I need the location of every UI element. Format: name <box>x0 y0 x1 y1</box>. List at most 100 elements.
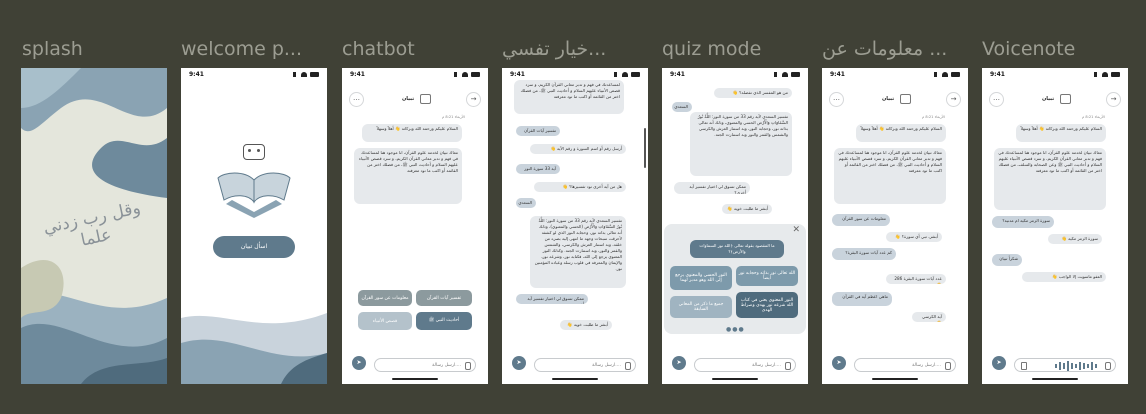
back-arrow-icon[interactable]: → <box>1106 92 1121 107</box>
chatbot-screen: 9:41 … تبيان → الأربعاء 8:21 م السلام عليك… <box>342 68 488 384</box>
splash-screen: وقل رب زدني علما <box>21 68 167 384</box>
bot-ask-surah: أرسل رقم أو اسم السورة و رقم الآية 👋 <box>530 144 626 154</box>
bot-intro: معاك تبيان لخدمة علوم القرآن، انا موجود … <box>994 148 1106 210</box>
ask-tibyan-button[interactable]: اسأل تبيان <box>213 236 295 258</box>
user-msg-1: سورة الزمر مكية ام مدنية؟ <box>992 216 1054 228</box>
frame-label-chatbot: chatbot <box>342 38 415 60</box>
close-icon[interactable]: ✕ <box>792 225 800 235</box>
message-input[interactable]: ارسل رسالة.... <box>694 358 796 372</box>
waveform-icon <box>1055 361 1097 371</box>
bot-greeting: السلام عليكم ورحمة الله وبركاته 👋 أهلاً … <box>856 124 946 142</box>
bot-help: أبشر ما طلبت خويه 👋 <box>722 204 772 214</box>
chat-header: … تبيان → <box>982 92 1128 107</box>
user-msg-3: ماهي اعظم آية في القرآن <box>832 292 892 306</box>
message-input[interactable]: ارسل رسالة.... <box>534 358 636 372</box>
user-msg-tafsir: تفسير آيات القرآن <box>516 126 560 136</box>
bot-tafsir-answer: تفسير السعدي لآية رقم 33 من سورة النور: … <box>690 112 792 176</box>
bot-name: تبيان <box>402 96 415 102</box>
quiz-option-1[interactable]: الله تعالى نور بذاته وحجابه نور أيضاً <box>736 266 798 286</box>
user-msg-verse: آية 33 سورة النور <box>516 164 560 174</box>
tafsir-screen: 9:41 لمساعدتك في فهم و تدبر معاني القرآن… <box>502 68 648 384</box>
status-bar: 9:41 <box>982 71 1128 81</box>
chip-tafsir[interactable]: تفسير آيات القرآن <box>416 290 472 306</box>
bot-msg-2: العفو ماسويت إلا الواجب 👋 <box>1022 272 1106 282</box>
frame-label-splash: splash <box>22 38 83 60</box>
chip-prophets[interactable]: قصص الأنبياء <box>358 312 412 330</box>
user-msg-mufassir: السعدي <box>672 102 692 112</box>
user-msg-mufassir: السعدي <box>516 198 536 208</box>
bot-help: أبشر ما طلبت خويه 👋 <box>560 320 612 330</box>
bot-msg-1: أبشر، تبي أي سورة؟ 👋 <box>886 232 942 242</box>
home-indicator <box>552 378 598 380</box>
bot-ask-other: هل من آية أخرى تود تفسيرها؟ 👋 <box>534 182 626 192</box>
frame-label-info: معلومات عن ... <box>822 38 948 60</box>
welcome-screen: 9:41 اسأل تبيان <box>181 68 327 384</box>
home-indicator <box>392 378 438 380</box>
bot-avatar-icon <box>1060 94 1071 104</box>
frame-label-quiz: quiz mode <box>662 38 762 60</box>
bot-msg-3: آية الكرسي 👋 <box>912 312 946 322</box>
quran-book-icon <box>217 172 291 218</box>
send-button[interactable]: ➤ <box>512 356 526 370</box>
user-msg-more: ممكن تسوق لي اختيار تفسير آية أخرى <box>516 294 588 304</box>
message-input[interactable]: ارسل رسالة.... <box>374 358 476 372</box>
frame-label-welcome: welcome p... <box>181 38 302 60</box>
voice-recording-bar[interactable] <box>1014 358 1116 372</box>
mic-icon[interactable] <box>945 362 951 370</box>
bot-more: ممكن تسوق لي اختيار تفسير آية أخرى؟ <box>674 182 750 194</box>
pagination-dots: ●●● <box>726 326 745 333</box>
status-bar: 9:41 <box>822 71 968 81</box>
user-msg-2: كم عدد آيات سورة البقرة؟ <box>832 248 896 260</box>
quiz-option-3[interactable]: النور المعنوي يعني في كتاب الله شرعه نور… <box>736 292 798 318</box>
frame-label-voicenote: Voicenote <box>982 38 1076 60</box>
bot-intro-tail: لمساعدتك في فهم و تدبر معاني القرآن الكر… <box>514 80 624 114</box>
home-indicator <box>1032 378 1078 380</box>
quiz-screen: 9:41 من هو المفسر الذي تفضله؟ 👋 السعدي ت… <box>662 68 808 384</box>
chip-surah-info[interactable]: معلومات عن سور القرآن <box>358 290 412 306</box>
scrollbar[interactable] <box>644 128 646 168</box>
quiz-option-2[interactable]: النور الحسي والمعنوي يرجع إلى الله وهو م… <box>670 266 732 290</box>
quiz-option-4[interactable]: جميع ما ذكر من المعاني السابقة <box>670 296 732 318</box>
bot-robot-icon <box>243 144 265 160</box>
more-icon[interactable]: … <box>829 92 844 107</box>
home-indicator <box>712 378 758 380</box>
status-bar: 9:41 <box>342 71 488 81</box>
send-button[interactable]: ➤ <box>352 356 366 370</box>
chat-timestamp: الأربعاء 8:21 م <box>1082 115 1105 119</box>
send-button[interactable]: ➤ <box>992 356 1006 370</box>
bot-greeting: السلام عليكم ورحمة الله وبركاته 👋 أهلاً … <box>1016 124 1106 142</box>
mic-icon[interactable] <box>785 362 791 370</box>
back-arrow-icon[interactable]: → <box>946 92 961 107</box>
user-msg-1: معلومات عن سور القرآن <box>832 214 890 226</box>
home-indicator <box>872 378 918 380</box>
bot-intro: معاك تبيان لخدمة علوم القرآن، انا موجود … <box>834 148 946 204</box>
bot-msg-1: سورة الزمر مكية 👋 <box>1048 234 1102 244</box>
status-bar: 9:41 <box>662 71 808 81</box>
bot-greeting: السلام عليكم ورحمة الله وبركاته 👋 أهلاً … <box>362 124 462 142</box>
mic-icon[interactable] <box>465 362 471 370</box>
chat-timestamp: الأربعاء 8:21 م <box>922 115 945 119</box>
bot-intro: معاك تبيان لخدمة علوم القرآن، انا موجود … <box>354 148 462 204</box>
bot-tafsir-answer: تفسير السعدي لآية رقم 33 من سورة النور: … <box>530 216 626 288</box>
user-msg-2: شكراً تبيان <box>992 254 1022 266</box>
message-input[interactable]: ارسل رسالة.... <box>854 358 956 372</box>
mic-icon[interactable] <box>625 362 631 370</box>
chat-header: … تبيان → <box>822 92 968 107</box>
chip-hadith[interactable]: أحاديث النبي ﷺ <box>416 312 472 330</box>
send-button[interactable]: ➤ <box>832 356 846 370</box>
voicenote-screen: 9:41 … تبيان → الأربعاء 8:21 م السلام عليك… <box>982 68 1128 384</box>
bot-avatar-icon <box>420 94 431 104</box>
more-icon[interactable]: … <box>989 92 1004 107</box>
delete-icon[interactable] <box>1021 362 1027 370</box>
more-icon[interactable]: … <box>349 92 364 107</box>
quiz-question: ما المقصود بقوله تعالى ﴿الله نور السماوا… <box>690 240 784 258</box>
chat-header: … تبيان → <box>342 92 488 107</box>
info-screen: 9:41 … تبيان → الأربعاء 8:21 م السلام عليك… <box>822 68 968 384</box>
bot-name: تبيان <box>1042 96 1055 102</box>
chat-timestamp: الأربعاء 8:21 م <box>442 115 465 119</box>
send-button[interactable]: ➤ <box>672 356 686 370</box>
frame-label-tafsir: خيار تفسي... <box>502 38 607 60</box>
mic-icon[interactable] <box>1105 362 1111 370</box>
bot-avatar-icon <box>900 94 911 104</box>
back-arrow-icon[interactable]: → <box>466 92 481 107</box>
